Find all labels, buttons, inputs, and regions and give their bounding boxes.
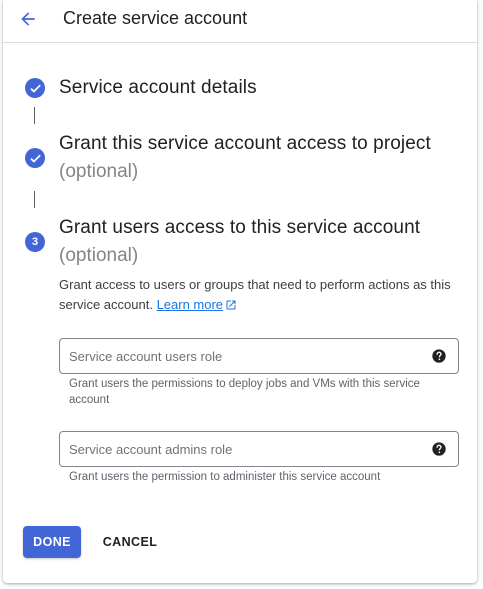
check-icon: [29, 154, 41, 163]
users-role-field[interactable]: [59, 338, 459, 374]
cancel-button[interactable]: CANCEL: [95, 526, 165, 558]
back-button[interactable]: [14, 6, 42, 32]
step-connector: [34, 107, 35, 124]
admins-role-hint: Grant users the permission to administer…: [69, 471, 381, 483]
arrow-back-icon: [21, 12, 35, 26]
done-button[interactable]: DONE: [23, 526, 81, 558]
create-service-account-panel: Create service account Service account d…: [3, 0, 477, 583]
step-1-title[interactable]: Service account details: [59, 77, 257, 99]
description-text: Grant access to users or groups that nee…: [59, 277, 451, 312]
step-2-optional-label: (optional): [59, 161, 139, 182]
learn-more-link[interactable]: Learn more: [157, 297, 223, 312]
external-link-icon: [226, 300, 236, 310]
admins-role-input[interactable]: [69, 438, 419, 460]
step-2-title[interactable]: Grant this service account access to pro…: [59, 133, 431, 155]
step-connector: [34, 191, 35, 208]
step-1-complete-check-icon: [25, 78, 45, 98]
step-3-optional-label: (optional): [59, 245, 139, 266]
check-icon: [29, 84, 41, 93]
step-3-title: Grant users access to this service accou…: [59, 217, 421, 238]
admins-role-field[interactable]: [59, 431, 459, 467]
users-role-hint: Grant users the permissions to deploy jo…: [69, 378, 420, 406]
step-3-number-badge: 3: [25, 232, 45, 252]
page-title: Create service account: [63, 8, 248, 28]
step-2-complete-check-icon: [25, 148, 45, 168]
help-icon[interactable]: [431, 441, 447, 457]
learn-more-label: Learn more: [156, 297, 224, 312]
help-icon[interactable]: [431, 348, 447, 364]
panel-header: Create service account: [3, 0, 477, 43]
users-role-input[interactable]: [69, 345, 419, 367]
step-3-description: Grant access to users or groups that nee…: [59, 275, 459, 315]
